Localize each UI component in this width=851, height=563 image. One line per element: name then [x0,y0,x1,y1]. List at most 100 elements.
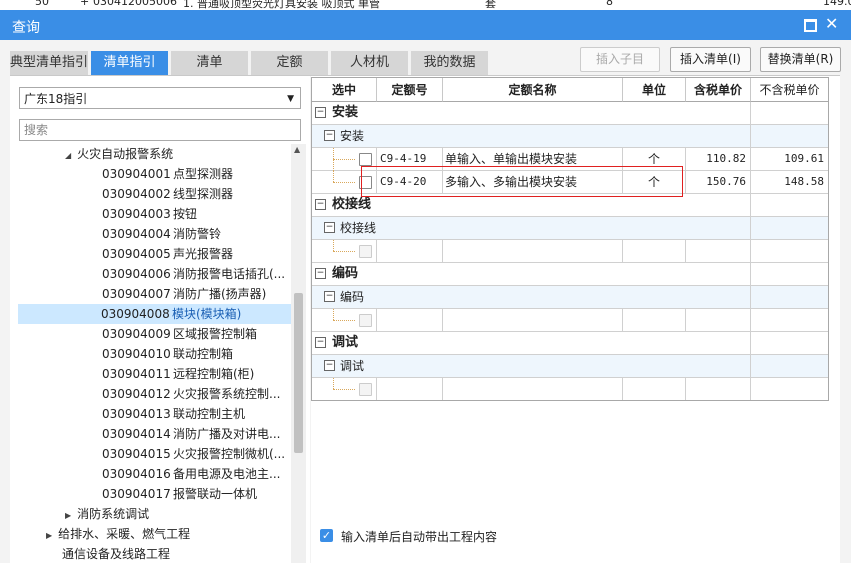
collapse-minus-icon[interactable]: − [315,199,326,210]
tree-item[interactable]: 030904008 模块(模块箱) [18,304,291,324]
tab-list[interactable]: 清单 [171,51,248,75]
tab-list-guide[interactable]: 清单指引 [91,51,168,75]
tree-item[interactable]: 030904006 消防报警电话插孔(... [102,264,285,284]
price-tax-cell[interactable] [686,309,751,331]
quota-name-cell[interactable] [443,378,623,400]
price-notax-cell[interactable] [751,378,828,400]
header-price-notax[interactable]: 不含税单价 [751,78,828,102]
tab-label: 定额 [276,55,303,70]
collapse-minus-icon[interactable]: − [315,337,326,348]
tree-item[interactable]: 030904016 备用电源及电池主... [102,464,280,484]
quota-name-cell[interactable] [443,240,623,262]
price-tax-cell[interactable] [686,378,751,400]
tab-typical-list-guide[interactable]: 典型清单指引 [10,51,88,75]
empty-row[interactable] [312,240,828,263]
maximize-icon[interactable] [804,19,817,32]
collapse-minus-icon[interactable]: − [315,107,326,118]
price-tax-cell[interactable]: 110.82 [686,148,751,170]
empty-row[interactable] [312,378,828,400]
select-cell[interactable] [312,378,377,400]
tree-item[interactable]: 030904001 点型探测器 [102,164,233,184]
guide-tree-pane: 广东18指引 ▼ 搜索 ◢ 火灾自动报警系统 030904001 点型探测器 0309… [10,76,310,563]
tree-item[interactable]: 030904013 联动控制主机 [102,404,245,424]
collapse-minus-icon[interactable]: − [324,130,335,141]
tree-item[interactable]: 030904015 火灾报警控制微机(... [102,444,285,464]
subgroup-row[interactable]: − 调试 [312,355,828,378]
tree-item[interactable]: 030904017 报警联动一体机 [102,484,257,504]
collapse-minus-icon[interactable]: − [324,291,335,302]
quota-code-cell[interactable] [377,309,443,331]
price-tax-cell[interactable]: 150.76 [686,171,751,193]
row-checkbox[interactable] [359,153,372,166]
unit-cell[interactable] [623,240,686,262]
price-notax-cell[interactable]: 148.58 [751,171,828,193]
tab-my-data[interactable]: 我的数据 [411,51,488,75]
tree-node-fire-system-debug[interactable]: ▶ 消防系统调试 [65,504,149,524]
select-cell[interactable] [312,309,377,331]
tree-item[interactable]: 030904010 联动控制箱 [102,344,233,364]
row-checkbox[interactable] [359,314,372,327]
row-checkbox[interactable] [359,383,372,396]
tree-item[interactable]: 030904014 消防广播及对讲电... [102,424,280,444]
tree-item[interactable]: 030904007 消防广播(扬声器) [102,284,266,304]
tree-item[interactable]: 030904004 消防警铃 [102,224,221,244]
chevron-down-icon: ▼ [287,94,294,104]
auto-bring-checkbox[interactable]: ✓ [320,529,333,542]
tree-item-code: 030904004 [102,227,171,241]
group-row[interactable]: − 校接线 [312,194,828,217]
collapse-minus-icon[interactable]: − [324,222,335,233]
group-title: 编码 [332,266,359,281]
tree-item-name: 火灾报警控制微机(... [173,447,286,461]
tree-item[interactable]: 030904009 区域报警控制箱 [102,324,257,344]
tree-item[interactable]: 030904012 火灾报警系统控制... [102,384,280,404]
tree-item-name: 消防警铃 [173,227,222,241]
tree-item[interactable]: 030904003 按钮 [102,204,197,224]
header-quota-code[interactable]: 定额号 [377,78,443,102]
price-notax-cell[interactable] [751,309,828,331]
quota-name-cell[interactable] [443,309,623,331]
collapse-minus-icon[interactable]: − [324,360,335,371]
price-notax-cell[interactable] [751,240,828,262]
replace-list-button[interactable]: 替换清单(R) [760,47,841,72]
tree-node-label: 火灾自动报警系统 [77,147,174,161]
scroll-up-icon[interactable]: ▲ [294,145,300,154]
subgroup-row[interactable]: − 校接线 [312,217,828,240]
group-row[interactable]: − 调试 [312,332,828,355]
quota-code-cell[interactable] [377,378,443,400]
tab-materials[interactable]: 人材机 [331,51,408,75]
tree-item[interactable]: 030904002 线型探测器 [102,184,233,204]
tree-scrollbar[interactable]: ▲ [291,144,306,563]
tree-node-plumbing[interactable]: ▶ 给排水、采暖、燃气工程 [46,524,190,544]
tree-item[interactable]: 030904005 声光报警器 [102,244,233,264]
header-unit[interactable]: 单位 [623,78,686,102]
unit-cell[interactable] [623,309,686,331]
collapse-minus-icon[interactable]: − [315,268,326,279]
price-notax-cell[interactable]: 109.61 [751,148,828,170]
scrollbar-thumb[interactable] [294,293,303,453]
group-row[interactable]: − 编码 [312,263,828,286]
empty-row[interactable] [312,309,828,332]
group-row[interactable]: − 安装 [312,102,828,125]
insert-child-button[interactable]: 插入子目 [580,47,660,72]
header-select[interactable]: 选中 [312,78,377,102]
select-cell[interactable] [312,240,377,262]
tree-node-fire-alarm[interactable]: ◢ 火灾自动报警系统 [65,144,173,164]
unit-cell[interactable] [623,378,686,400]
search-input[interactable]: 搜索 [19,119,301,141]
price-tax-cell[interactable] [686,240,751,262]
tree-item[interactable]: 030904011 远程控制箱(柜) [102,364,254,384]
insert-list-button[interactable]: 插入清单(I) [670,47,751,72]
row-checkbox[interactable] [359,245,372,258]
tab-label: 清单指引 [103,55,156,70]
tab-quota[interactable]: 定额 [251,51,328,75]
header-quota-name[interactable]: 定额名称 [443,78,623,102]
quota-code-cell[interactable] [377,240,443,262]
header-price-tax[interactable]: 含税单价 [686,78,751,102]
tree-node-telecom[interactable]: 通信设备及线路工程 [62,544,170,563]
subgroup-row[interactable]: − 编码 [312,286,828,309]
tree-item-name: 报警联动一体机 [173,487,258,501]
close-icon[interactable]: ✕ [825,14,838,33]
subgroup-row[interactable]: − 安装 [312,125,828,148]
tree-item-code: 030904009 [102,327,171,341]
guide-dropdown[interactable]: 广东18指引 ▼ [19,87,301,109]
